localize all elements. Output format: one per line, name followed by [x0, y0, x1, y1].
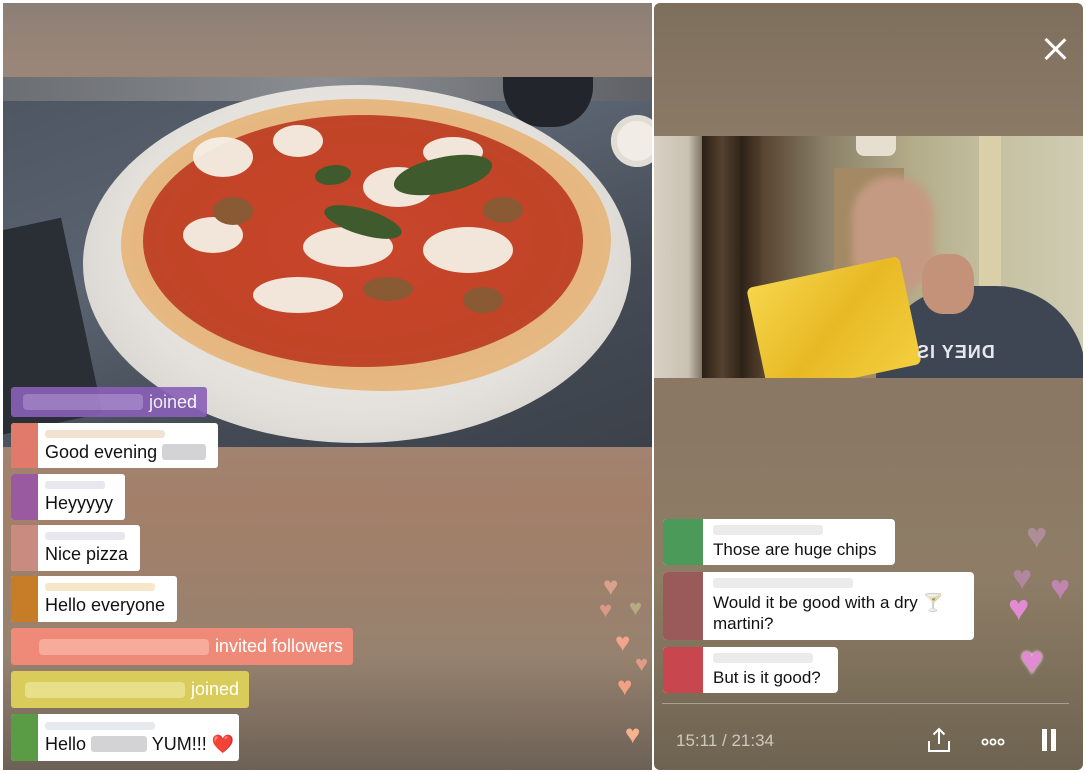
avatar: [11, 525, 38, 571]
heart-icon: ♥: [635, 651, 649, 676]
share-icon[interactable]: [924, 725, 954, 755]
avatar: [663, 572, 703, 640]
avatar: [663, 519, 703, 565]
message-text: But is it good?: [713, 667, 821, 687]
blurred-username: [24, 681, 185, 698]
lamp: [856, 136, 896, 156]
heart-icon: ♥: [617, 671, 633, 701]
hand: [922, 254, 974, 314]
avatar: [663, 647, 703, 693]
cheese: [253, 277, 343, 313]
cheese: [423, 227, 513, 273]
avatar: [11, 714, 38, 761]
system-invited-message: invited followers: [11, 628, 353, 665]
blurred-username: [45, 721, 155, 730]
chips-bag: [746, 255, 922, 378]
message-text: Hello everyone: [45, 595, 166, 615]
pause-icon[interactable]: [1034, 725, 1064, 755]
blurred-name: [91, 735, 148, 752]
guest-stream-panel: DNEY IS Those are huge chips Would it be…: [654, 3, 1083, 770]
heart-icon: ♥: [615, 627, 631, 657]
message-text: Hello: [45, 733, 87, 754]
message-text: Would it be good with a dry 🍸 martini?: [713, 593, 944, 633]
heart-icon: ♥: [1008, 587, 1030, 628]
blurred-username: [45, 481, 105, 489]
message-text: Good evening: [45, 441, 158, 462]
bowl: [611, 115, 652, 167]
message-text: Heyyyyy: [45, 493, 114, 513]
heart-icon: ♥: [1050, 569, 1071, 607]
main-stream-panel: joined Good evening Heyyyyy Nice pizza H…: [3, 3, 652, 770]
blurred-username: [22, 394, 143, 410]
chat-message[interactable]: But is it good?: [663, 647, 838, 693]
blurred-username: [38, 638, 209, 655]
avatar: [11, 423, 38, 468]
chat-message[interactable]: Nice pizza: [11, 525, 140, 571]
sausage-crumble: [463, 287, 503, 313]
chat-message[interactable]: Those are huge chips: [663, 519, 895, 565]
avatar: [11, 474, 38, 520]
playback-time: 15:11 / 21:34: [676, 731, 774, 750]
progress-divider: [662, 703, 1069, 704]
heart-icon: ♥: [603, 571, 619, 601]
chat-message[interactable]: Hello YUM!!! ❤️: [11, 714, 239, 761]
heart-icon: ♥: [625, 719, 641, 749]
message-text: Nice pizza: [45, 544, 129, 564]
sausage-crumble: [213, 197, 253, 225]
more-options-icon[interactable]: [978, 725, 1008, 755]
chat-message[interactable]: Hello everyone: [11, 576, 177, 622]
sausage-crumble: [483, 197, 523, 223]
blurred-name: [162, 443, 207, 460]
chat-message[interactable]: Heyyyyy: [11, 474, 125, 520]
blurred-username: [45, 429, 165, 438]
blurred-username: [713, 578, 853, 588]
cheese: [273, 125, 323, 157]
system-joined-message: joined: [11, 387, 207, 417]
cheese: [193, 137, 253, 177]
joined-label: joined: [148, 391, 197, 412]
invited-label: invited followers: [214, 636, 343, 656]
blurred-username: [713, 524, 823, 535]
chat-message[interactable]: Would it be good with a dry 🍸 martini?: [663, 572, 974, 640]
joined-label: joined: [190, 679, 239, 699]
guest-video: DNEY IS: [654, 136, 1083, 378]
heart-icon: ♥: [1020, 639, 1044, 683]
avatar: [11, 576, 38, 622]
blurred-username: [45, 583, 155, 591]
playback-controls: 15:11 / 21:34: [654, 703, 1083, 770]
blurred-username: [713, 652, 813, 663]
message-text: Those are huge chips: [713, 539, 877, 559]
system-joined-message: joined: [11, 671, 249, 708]
message-text: YUM!!! ❤️: [151, 733, 235, 754]
chat-message[interactable]: Good evening: [11, 423, 218, 468]
curtain: [702, 136, 762, 378]
sausage-crumble: [363, 277, 413, 301]
shirt-text: DNEY IS: [916, 342, 995, 362]
blurred-username: [45, 532, 125, 540]
heart-icon: ♥: [1026, 515, 1048, 556]
heart-icon: ♥: [599, 597, 613, 622]
close-icon[interactable]: [1043, 37, 1067, 61]
heart-icon: ♥: [629, 595, 643, 620]
